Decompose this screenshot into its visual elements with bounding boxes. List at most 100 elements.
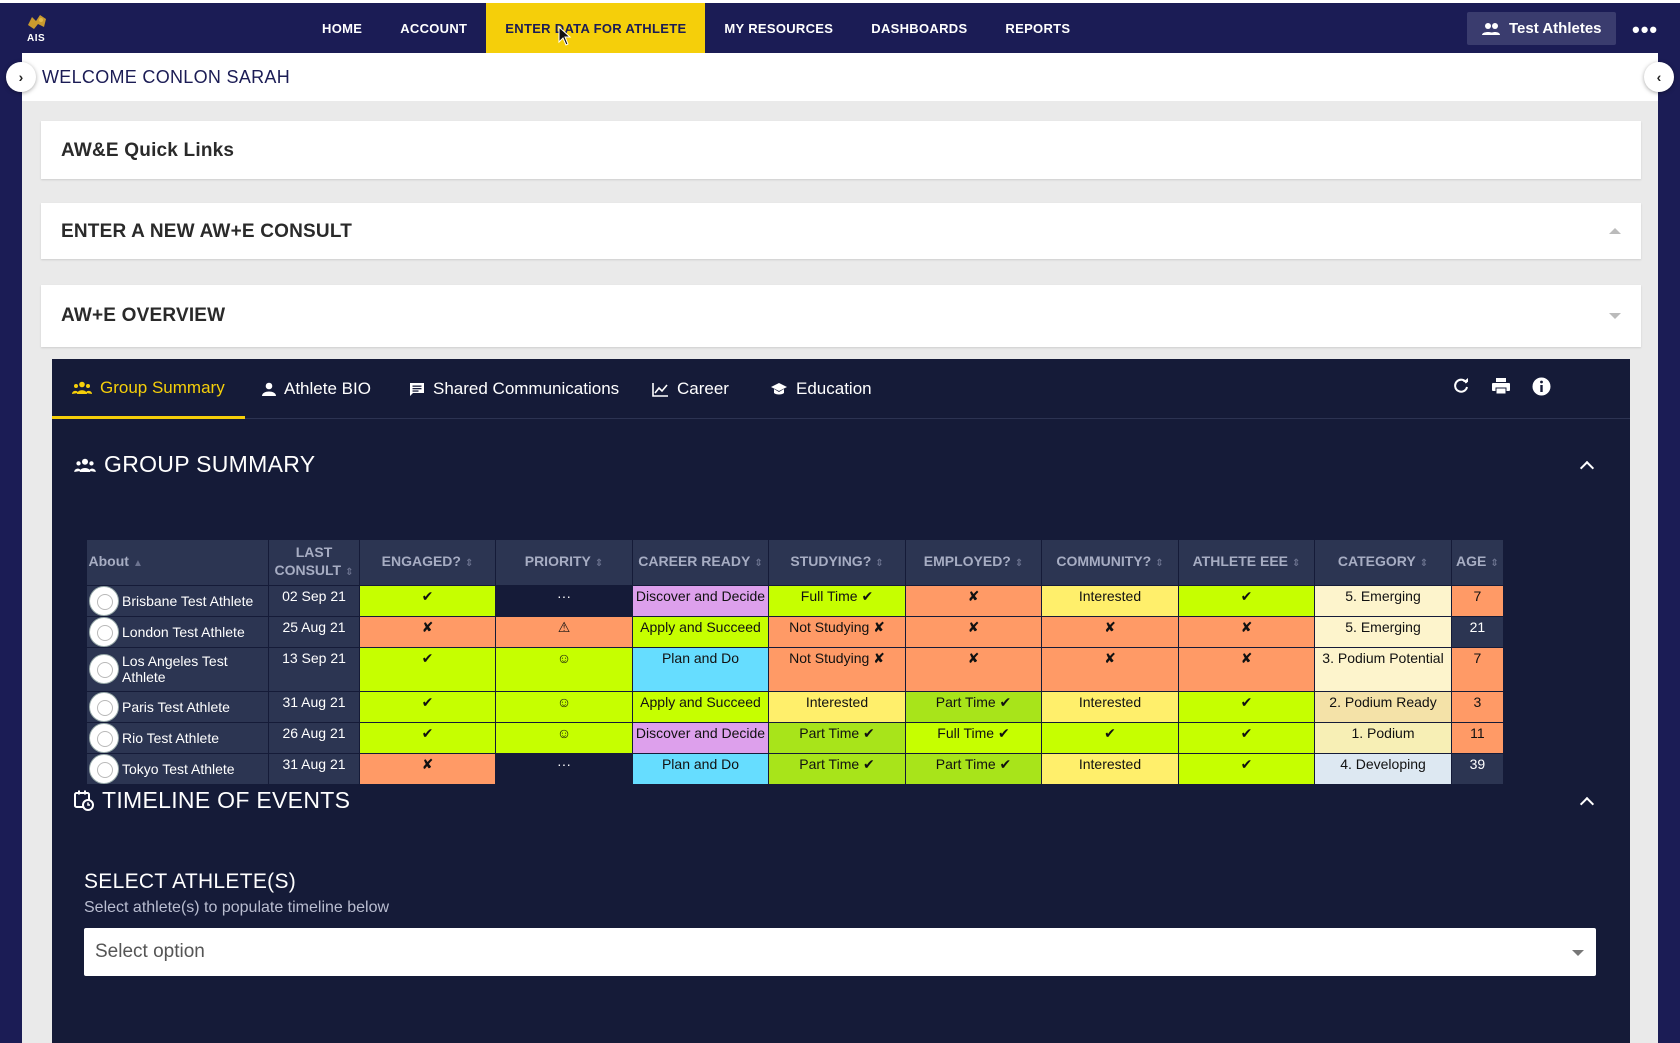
athlete-name-cell[interactable]: Tokyo Test Athlete [86,752,269,785]
column-header-about[interactable]: About ▲ [86,540,269,585]
table-row[interactable]: Paris Test Athlete 31 Aug 21 ✔ ☺ Apply a… [86,690,1504,723]
refresh-icon[interactable] [1450,377,1472,399]
tab-label: Education [796,379,872,398]
select-athletes-help: Select athlete(s) to populate timeline b… [84,899,390,916]
column-label: EMPLOYED? [923,552,1011,569]
athlete-avatar [89,654,119,684]
last-consult-cell: 25 Aug 21 [268,615,360,648]
table-row[interactable]: London Test Athlete 25 Aug 21 ✘ ⚠ Apply … [86,615,1504,648]
collapse-right-sidebar-icon[interactable]: ‹ [1644,62,1674,92]
column-label: About [88,552,129,569]
test-athletes-button[interactable]: Test Athletes [1467,12,1616,45]
category-cell: 5. Emerging [1314,584,1452,617]
tab-label: Career [677,379,729,398]
calendar-clock-icon [74,790,94,811]
athlete-name-cell[interactable]: Los Angeles Test Athlete [86,646,269,692]
athlete-avatar [89,616,119,647]
employed-cell: ✘ [905,615,1042,648]
table-header-row: About ▲ LAST CONSULT ⇕ ENGAGED? ⇕ PRIORITY ⇕… [86,540,1504,585]
collapse-caret-icon[interactable] [1609,228,1621,234]
expand-left-sidebar-icon[interactable]: › [6,62,36,92]
athlete-name: Paris Test Athlete [122,698,230,715]
expand-caret-icon[interactable] [1609,313,1621,319]
age-cell: 7 [1451,584,1504,617]
nav-enter-data-for-athlete[interactable]: ENTER DATA FOR ATHLETE [486,3,706,53]
community-cell: ✘ [1041,646,1179,692]
nav-my-resources[interactable]: MY RESOURCES [705,3,852,53]
career-ready-cell: Plan and Do [632,752,769,785]
chart-icon [652,382,668,397]
column-header-career-ready[interactable]: CAREER READY ⇕ [632,540,769,585]
age-cell: 21 [1451,615,1504,648]
timeline-heading: TIMELINE OF EVENTS [74,787,350,814]
table-row[interactable]: Brisbane Test Athlete 02 Sep 21 ✔ ··· Di… [86,584,1504,617]
table-row[interactable]: Los Angeles Test Athlete 13 Sep 21 ✔ ☺ P… [86,646,1504,692]
column-header-engaged[interactable]: ENGAGED? ⇕ [359,540,496,585]
sort-icon: ⇕ [345,566,354,578]
column-label: CATEGORY [1337,552,1416,569]
nav-account[interactable]: ACCOUNT [381,3,486,53]
column-header-employed[interactable]: EMPLOYED? ⇕ [905,540,1042,585]
athlete-name-cell[interactable]: London Test Athlete [86,615,269,648]
athlete-name-cell[interactable]: Paris Test Athlete [86,690,269,723]
tab-group-summary[interactable]: Group Summary [52,359,245,419]
tab-label: Shared Communications [433,379,620,398]
athlete-eee-cell: ✘ [1178,646,1315,692]
quick-links-title: AW&E Quick Links [61,140,235,161]
table-row[interactable]: Tokyo Test Athlete 31 Aug 21 ✘ ··· Plan … [86,752,1504,785]
ais-logo[interactable]: AIS [22,13,52,49]
column-header-studying[interactable]: STUDYING? ⇕ [768,540,906,585]
print-icon[interactable] [1490,377,1512,399]
tab-education[interactable]: Education [770,359,872,419]
sort-icon: ⇕ [464,557,474,569]
sort-icon: ⇕ [754,557,763,569]
career-ready-cell: Apply and Succeed [632,615,769,648]
community-cell: Interested [1041,690,1179,723]
studying-cell: Full Time ✔ [768,584,906,617]
column-header-category[interactable]: CATEGORY ⇕ [1314,540,1452,585]
athlete-name: Tokyo Test Athlete [122,760,235,777]
info-icon[interactable] [1530,377,1552,399]
studying-cell: Not Studying ✘ [768,615,906,648]
tab-shared-communications[interactable]: Shared Communications [409,359,619,419]
athlete-name: London Test Athlete [122,623,245,640]
sort-icon: ⇕ [875,557,884,569]
sort-icon: ⇕ [1490,557,1499,569]
athlete-select-dropdown[interactable]: Select option [84,928,1596,976]
timeline-title: TIMELINE OF EVENTS [102,787,351,813]
collapse-group-summary-icon[interactable] [1579,460,1595,476]
athlete-avatar [89,753,119,784]
collapse-timeline-icon[interactable] [1579,796,1595,812]
athlete-eee-cell: ✘ [1178,615,1315,648]
group-summary-title: GROUP SUMMARY [104,451,316,477]
athlete-name-cell[interactable]: Brisbane Test Athlete [86,584,269,617]
new-consult-panel[interactable]: ENTER A NEW AW+E CONSULT [41,203,1641,259]
nav-reports[interactable]: REPORTS [986,3,1089,53]
table-row[interactable]: Rio Test Athlete 26 Aug 21 ✔ ☺ Discover … [86,721,1504,754]
tab-career[interactable]: Career [652,359,729,419]
age-cell: 11 [1451,721,1504,754]
overview-panel[interactable]: AW+E OVERVIEW [41,285,1641,347]
tab-label: Athlete BIO [284,379,371,398]
priority-cell: ☺ [495,646,633,692]
nav-home[interactable]: HOME [303,3,381,53]
tab-athlete-bio[interactable]: Athlete BIO [262,359,371,419]
group-icon [74,458,96,472]
column-header-community[interactable]: COMMUNITY? ⇕ [1041,540,1179,585]
more-menu-icon[interactable]: ••• [1632,17,1658,43]
tab-label: Group Summary [100,377,225,397]
column-header-priority[interactable]: PRIORITY ⇕ [495,540,633,585]
column-header-age[interactable]: AGE ⇕ [1451,540,1504,585]
column-header-athlete-eee[interactable]: ATHLETE EEE ⇕ [1178,540,1315,585]
nav-dashboards[interactable]: DASHBOARDS [852,3,986,53]
sort-icon: ⇕ [1292,557,1301,569]
quick-links-panel[interactable]: AW&E Quick Links [41,121,1641,179]
athlete-eee-cell: ✔ [1178,584,1315,617]
age-cell: 39 [1451,752,1504,785]
athlete-avatar [89,722,119,753]
new-consult-title: ENTER A NEW AW+E CONSULT [61,221,353,242]
comment-icon [410,382,424,396]
athlete-name-cell[interactable]: Rio Test Athlete [86,721,269,754]
column-header-last-consult[interactable]: LAST CONSULT ⇕ [268,540,360,585]
group-icon [72,381,92,394]
